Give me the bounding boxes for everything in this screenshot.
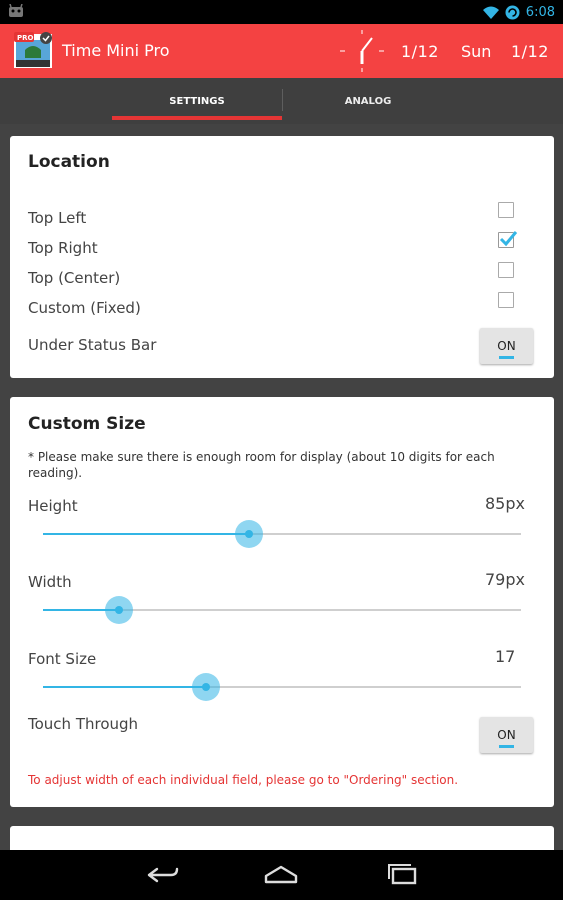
font-size-slider-thumb[interactable] xyxy=(191,673,220,701)
back-icon[interactable] xyxy=(143,862,183,888)
toggle-indicator xyxy=(499,356,514,359)
height-slider[interactable] xyxy=(43,520,521,548)
clock-date: 1/12 xyxy=(401,42,439,61)
app-title: Time Mini Pro xyxy=(62,41,170,60)
location-title: Location xyxy=(28,152,110,172)
width-slider[interactable] xyxy=(43,596,521,624)
settings-content[interactable]: Location Top Left Top Right Top (Center)… xyxy=(0,124,563,850)
custom-size-title: Custom Size xyxy=(28,414,146,434)
height-label: Height xyxy=(28,497,78,515)
under-status-bar-toggle[interactable]: ON xyxy=(480,328,533,364)
option-top-center-checkbox[interactable] xyxy=(498,262,514,278)
status-icons: 6:08 xyxy=(482,2,555,22)
font-size-slider-fill xyxy=(43,686,206,688)
tab-indicator xyxy=(112,116,282,120)
font-size-slider[interactable] xyxy=(43,673,521,701)
touch-through-label: Touch Through xyxy=(28,715,139,733)
android-debug-icon xyxy=(9,4,23,17)
width-value: 79px xyxy=(485,570,525,589)
option-top-center-label[interactable]: Top (Center) xyxy=(28,269,120,287)
next-card xyxy=(10,826,554,850)
option-top-left-checkbox[interactable] xyxy=(498,202,514,218)
ordering-warning: To adjust width of each individual field… xyxy=(28,773,459,787)
clock-day: Sun xyxy=(461,42,492,61)
location-card: Location Top Left Top Right Top (Center)… xyxy=(10,136,554,378)
width-slider-thumb[interactable] xyxy=(105,596,134,624)
height-value: 85px xyxy=(485,494,525,513)
room-note: * Please make sure there is enough room … xyxy=(28,450,495,480)
wifi-icon xyxy=(482,6,499,19)
analog-clock-icon xyxy=(340,30,384,72)
sync-icon xyxy=(505,5,520,19)
width-label: Width xyxy=(28,573,72,591)
app-icon[interactable]: PRO xyxy=(14,32,54,70)
option-top-right-label[interactable]: Top Right xyxy=(28,239,98,257)
app-icon-badge: PRO xyxy=(17,34,34,42)
under-status-bar-toggle-text: ON xyxy=(497,339,516,353)
height-slider-thumb[interactable] xyxy=(234,520,263,548)
option-top-left-label[interactable]: Top Left xyxy=(28,209,86,227)
under-status-bar-label: Under Status Bar xyxy=(28,336,157,354)
font-size-value: 17 xyxy=(495,647,516,666)
custom-size-card: Custom Size * Please make sure there is … xyxy=(10,397,554,807)
home-icon[interactable] xyxy=(261,862,301,888)
clock-date-2: 1/12 xyxy=(511,42,549,61)
option-top-right-checkbox[interactable] xyxy=(498,231,518,248)
recents-icon[interactable] xyxy=(382,862,422,888)
app-bar: PRO Time Mini Pro 1/12 Sun 1/12 xyxy=(0,24,563,78)
check-icon xyxy=(499,231,518,247)
touch-through-toggle-text: ON xyxy=(497,728,516,742)
status-bar: 6:08 xyxy=(0,0,563,24)
touch-through-toggle[interactable]: ON xyxy=(480,717,533,753)
tab-analog[interactable]: ANALOG xyxy=(283,78,453,124)
height-slider-fill xyxy=(43,533,249,535)
font-size-label: Font Size xyxy=(28,650,97,668)
navigation-bar xyxy=(0,850,563,900)
status-time: 6:08 xyxy=(525,4,555,20)
option-custom-fixed-label[interactable]: Custom (Fixed) xyxy=(28,299,141,317)
tab-bar: SETTINGS ANALOG xyxy=(0,78,563,124)
toggle-indicator xyxy=(499,745,514,748)
option-custom-fixed-checkbox[interactable] xyxy=(498,292,514,308)
